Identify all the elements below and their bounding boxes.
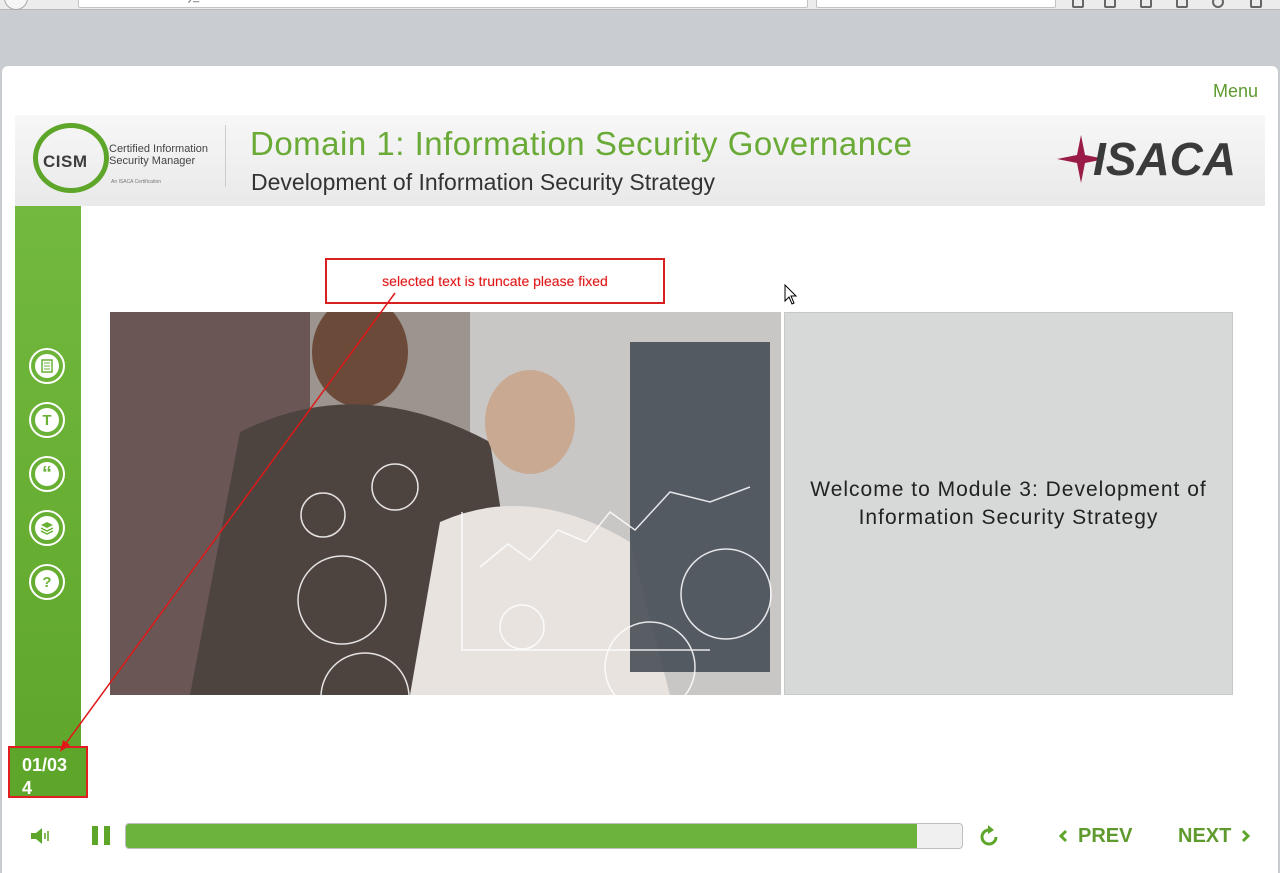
slide-counter-box: 01/034 [8,746,88,798]
cism-title-line2: Security Manager [109,155,196,167]
prev-button[interactable]: PREV [1058,824,1132,848]
isaca-logo: ISACA [1057,133,1235,183]
sidebar: T “ ? [15,206,81,791]
seek-bar[interactable] [125,823,963,849]
quote-icon: “ [35,462,59,486]
seek-bar-fill [126,824,917,848]
resources-button[interactable] [29,510,65,546]
hamburger-menu-icon[interactable] [1250,0,1262,8]
slide-hero-image [110,312,781,695]
prev-label: PREV [1078,824,1133,847]
home-icon[interactable] [1176,0,1188,8]
quote-button[interactable]: “ [29,456,65,492]
transcript-button[interactable]: T [29,402,65,438]
pocket-icon[interactable] [1140,0,1152,8]
reading-list-icon[interactable] [1104,0,1116,8]
notes-icon [35,354,59,378]
menu-button[interactable]: Menu [1213,81,1258,102]
banner-divider [225,125,226,187]
browser-search-input[interactable]: Search [816,0,1056,8]
replay-icon[interactable] [976,824,1002,850]
account-icon[interactable] [1212,0,1224,8]
next-label: NEXT [1178,824,1232,847]
chevron-right-icon [1242,829,1251,843]
pause-icon-bar [104,826,110,845]
domain-subtitle: Development of Information Security Stra… [251,169,716,195]
notes-button[interactable] [29,348,65,384]
course-header-banner: CISM Certified Information Security Mana… [15,115,1265,206]
pause-button[interactable] [90,824,114,848]
next-button[interactable]: NEXT [1178,824,1251,848]
domain-title: Domain 1: Information Security Governanc… [250,125,913,162]
back-button[interactable] [4,0,28,10]
help-button[interactable]: ? [29,564,65,600]
cism-logo: CISM [33,123,109,193]
cism-logo-subtitle: An ISACA Certification [111,179,162,185]
resources-icon [35,516,59,540]
annotation-callout: selected text is truncate please fixed [325,258,665,304]
mouse-cursor-icon [784,284,798,305]
pause-icon [92,826,98,845]
browser-toolbar: file:///C:/Users/.../story_html5.html Se… [0,0,1280,10]
welcome-text: Welcome to Module 3: Development of Info… [810,477,1207,529]
url-bar[interactable]: file:///C:/Users/.../story_html5.html [78,0,808,8]
cism-logo-title: Certified Information Security Manager [109,143,208,167]
course-player: Menu CISM Certified Information Security… [2,66,1278,873]
player-controls: PREV NEXT [2,816,1278,856]
chevron-left-icon [1058,829,1068,843]
slide-counter: 01/034 [22,755,68,798]
help-icon: ? [35,570,59,594]
welcome-panel: Welcome to Module 3: Development of Info… [784,312,1233,695]
volume-icon[interactable] [28,824,52,848]
annotation-text: selected text is truncate please fixed [382,273,608,289]
bookmark-star-icon[interactable] [1072,0,1084,8]
cism-logo-text: CISM [43,152,88,171]
transcript-icon: T [35,408,59,432]
business-people-illustration [110,312,781,695]
cism-title-line1: Certified Information [109,143,209,155]
isaca-logo-text: ISACA [1093,133,1235,183]
